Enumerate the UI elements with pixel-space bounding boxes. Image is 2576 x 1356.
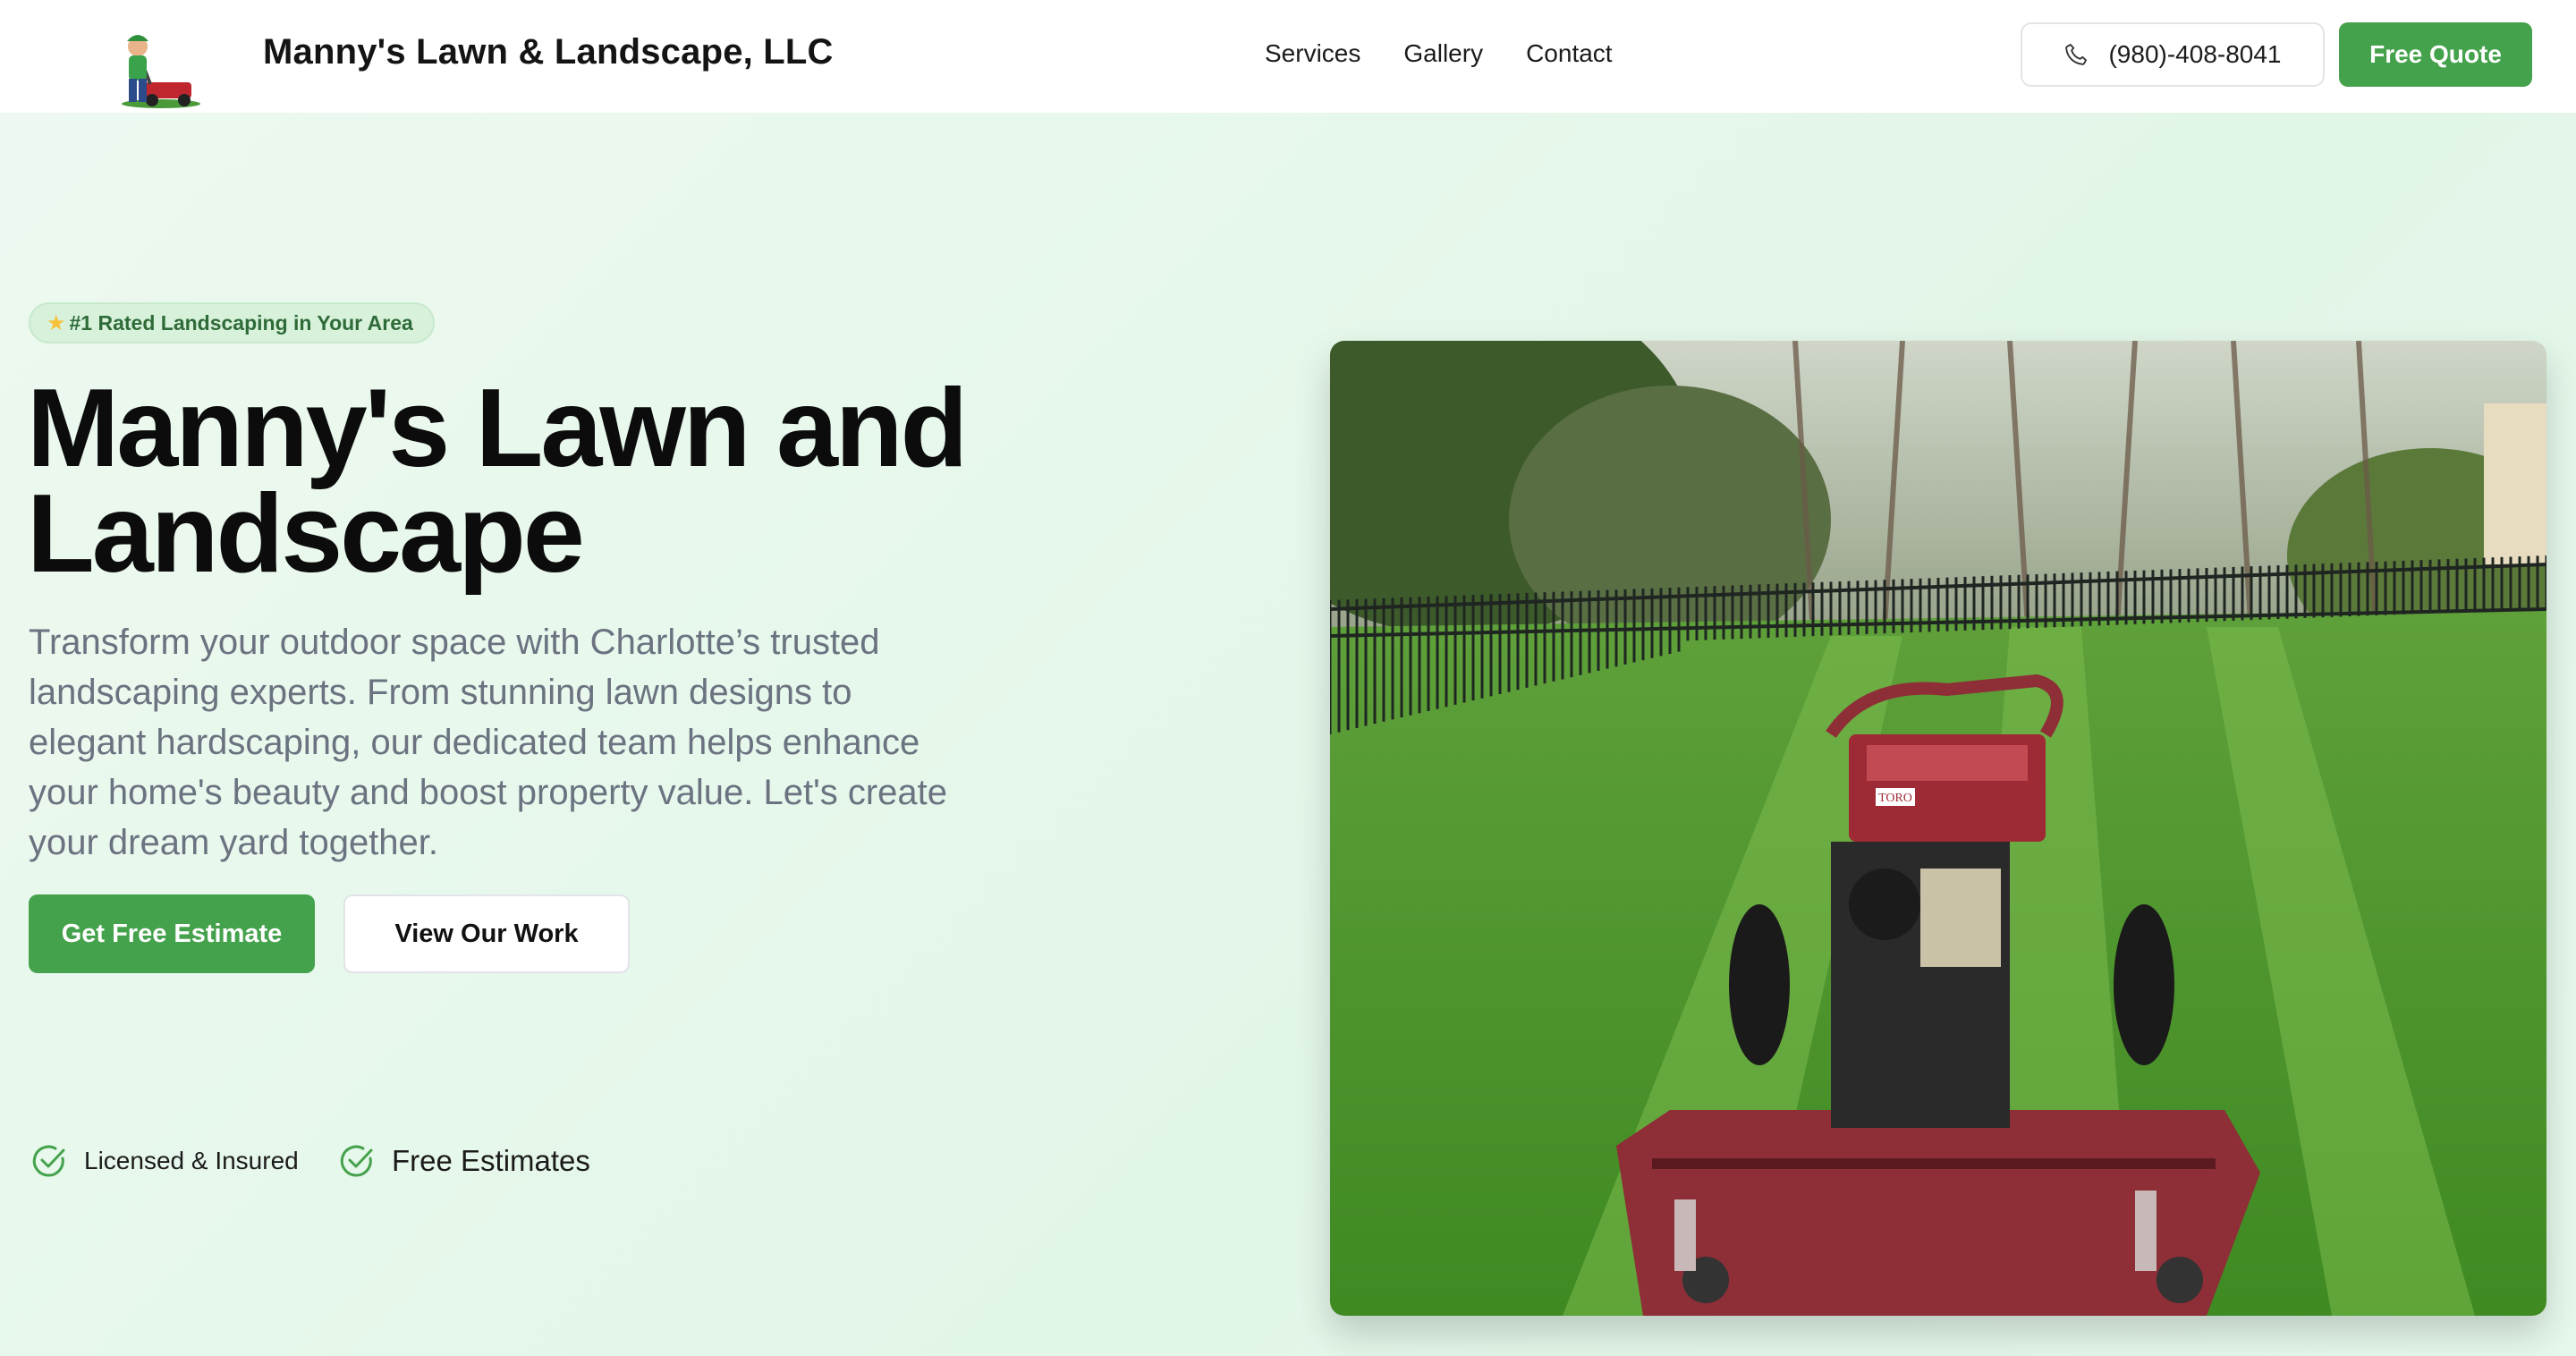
hero-description: Transform your outdoor space with Charlo… <box>29 623 947 862</box>
lawn-mower-photo: TORO <box>1330 341 2546 1316</box>
site-header: Manny's Lawn & Landscape, LLC Services G… <box>0 0 2576 113</box>
free-quote-button[interactable]: Free Quote <box>2339 22 2532 87</box>
phone-icon <box>2065 43 2088 65</box>
nav-gallery[interactable]: Gallery <box>1403 39 1483 68</box>
view-our-work-button[interactable]: View Our Work <box>343 894 630 973</box>
rating-badge: ★ #1 Rated Landscaping in Your Area <box>29 302 435 343</box>
trust-free-estimates-label: Free Estimates <box>392 1144 590 1177</box>
rating-badge-text: #1 Rated Landscaping in Your Area <box>69 310 413 335</box>
star-icon: ★ <box>47 310 66 335</box>
trust-free-estimates: Free Estimates <box>338 1142 590 1180</box>
hero-title: Manny's Lawn and Landscape <box>27 373 1011 589</box>
hero-title-line2: Landscape <box>27 472 585 596</box>
phone-button[interactable]: (980)-408-8041 <box>2021 22 2325 87</box>
logo[interactable] <box>114 25 200 109</box>
phone-number: (980)-408-8041 <box>2108 40 2282 68</box>
mower-brand-label: TORO <box>1878 792 1912 805</box>
nav-contact[interactable]: Contact <box>1526 39 1613 68</box>
check-circle-icon <box>32 1145 65 1177</box>
main-nav: Services Gallery Contact <box>1265 39 1613 68</box>
trust-licensed-label: Licensed & Insured <box>84 1147 299 1174</box>
hero-photo: TORO <box>1330 341 2546 1316</box>
trust-licensed: Licensed & Insured <box>30 1142 299 1180</box>
mower-mascot-logo <box>122 35 200 108</box>
brand-name[interactable]: Manny's Lawn & Landscape, LLC <box>263 32 834 72</box>
nav-services[interactable]: Services <box>1265 39 1360 68</box>
get-free-estimate-button[interactable]: Get Free Estimate <box>29 894 315 973</box>
check-circle-icon <box>340 1145 373 1177</box>
